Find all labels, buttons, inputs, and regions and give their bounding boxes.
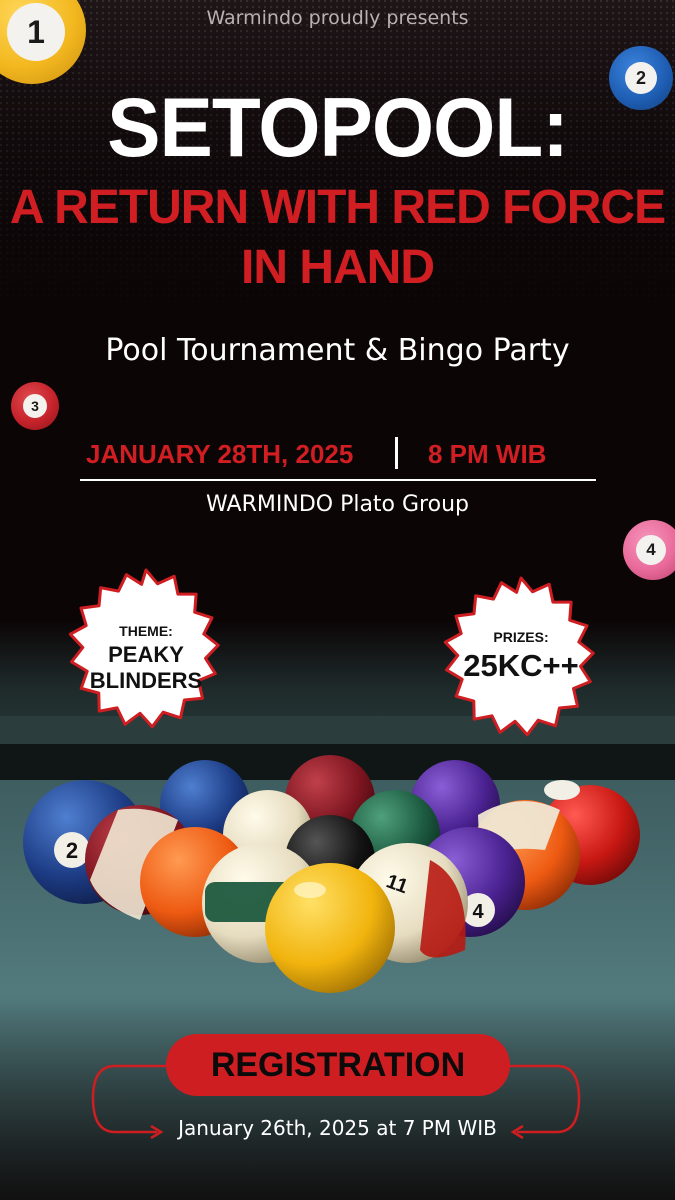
subtitle-line-1: A RETURN WITH RED FORCE: [9, 181, 666, 234]
event-poster: 1 2 3 4 Warmindo proudly presents SETOPO…: [0, 0, 675, 1200]
theme-badge: THEME: PEAKY BLINDERS: [62, 568, 230, 736]
svg-text:2: 2: [66, 838, 78, 863]
ball-4-icon: 4: [623, 520, 675, 580]
prize-badge: PRIZES: 25KC++: [437, 576, 605, 744]
theme-label: THEME:: [119, 623, 173, 639]
ball-3-icon: 3: [11, 382, 59, 430]
horizontal-rule: [80, 479, 596, 481]
theme-value-line-2: BLINDERS: [89, 668, 203, 693]
registration-date: January 26th, 2025 at 7 PM WIB: [178, 1116, 497, 1140]
event-time: 8 PM WIB: [428, 439, 547, 469]
event-tagline: Pool Tournament & Bingo Party: [105, 333, 570, 368]
theme-value-line-1: PEAKY: [108, 642, 184, 667]
subtitle-line-2: IN HAND: [241, 241, 435, 294]
svg-text:4: 4: [472, 901, 484, 923]
intro-text: Warmindo proudly presents: [206, 7, 469, 29]
registration-button[interactable]: REGISTRATION: [166, 1034, 510, 1096]
event-venue: WARMINDO Plato Group: [206, 492, 469, 517]
date-time-divider: [395, 437, 398, 469]
page-title: SETOPOOL:: [107, 81, 569, 174]
event-date: JANUARY 28TH, 2025: [86, 439, 354, 469]
prize-label: PRIZES:: [493, 629, 549, 645]
prize-value: 25KC++: [463, 648, 579, 683]
